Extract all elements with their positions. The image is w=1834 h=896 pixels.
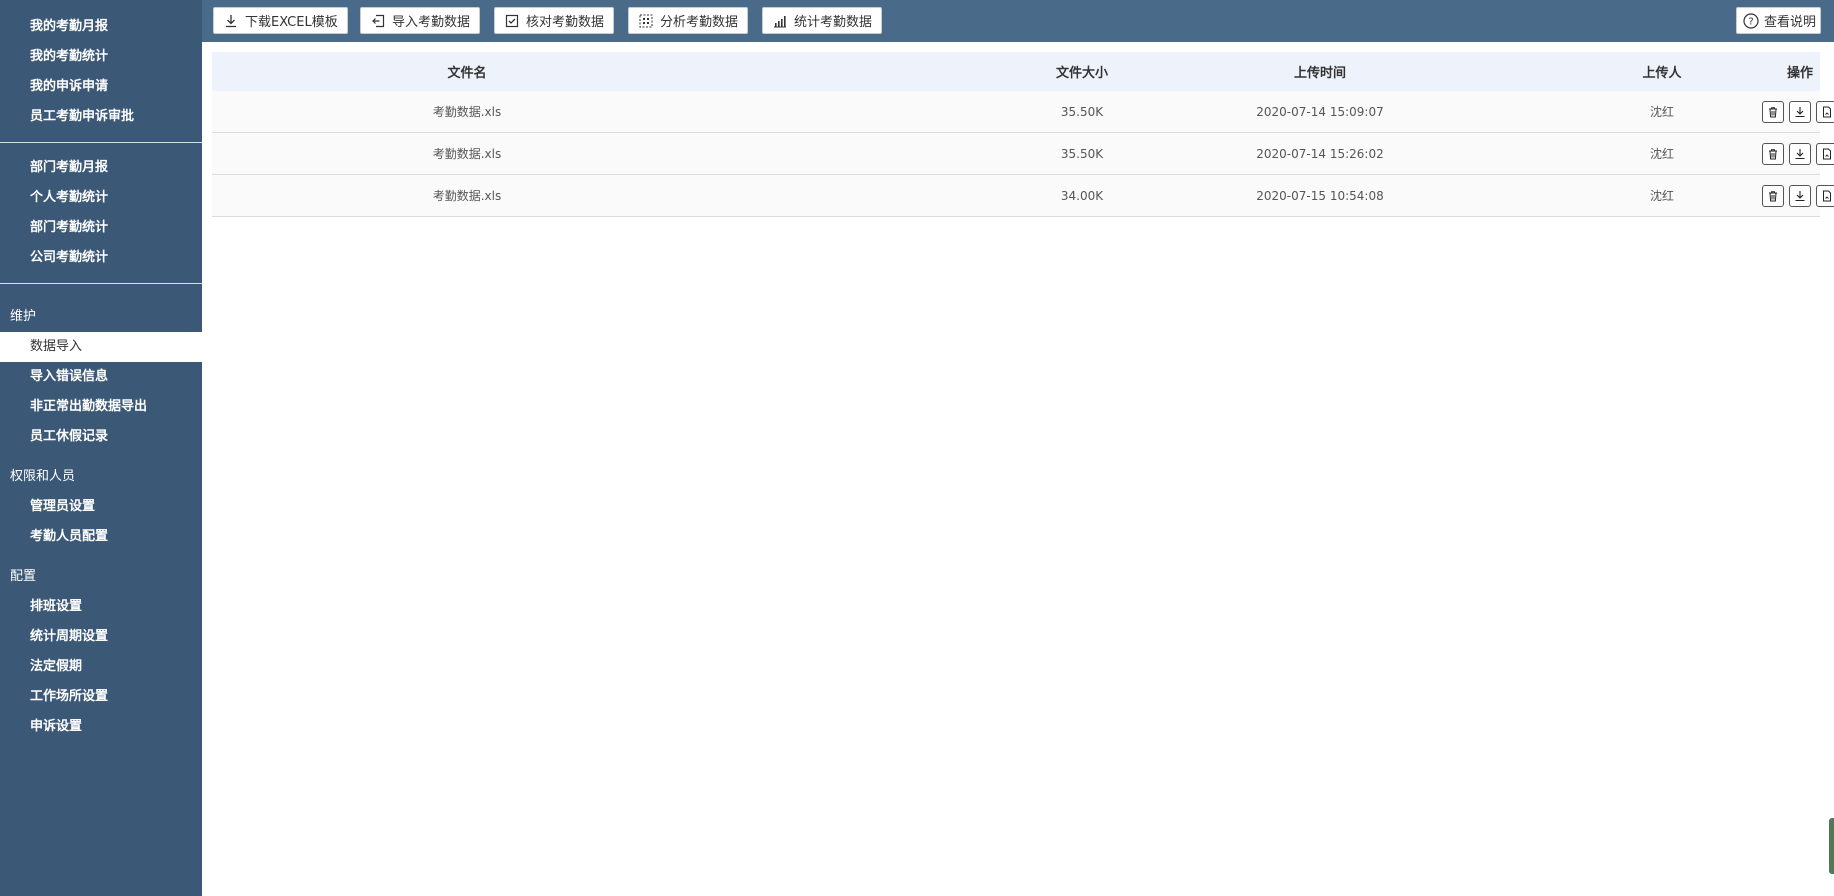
- sidebar-section-maintenance: 维护: [10, 309, 37, 324]
- sidebar-item-import-errors[interactable]: 导入错误信息: [0, 362, 202, 392]
- trash-icon: [1769, 190, 1777, 201]
- download-icon: [224, 14, 238, 28]
- toolbar: 下载EXCEL模板 导入考勤数据 核对考勤数据 分析考勤数据 统计考勤数据 ? …: [202, 0, 1834, 42]
- verify-data-label: 核对考勤数据: [526, 15, 605, 30]
- sidebar-item-holidays[interactable]: 法定假期: [0, 652, 202, 682]
- sidebar-section-permissions: 权限和人员: [10, 469, 76, 484]
- trash-icon: [1769, 148, 1777, 159]
- cell-uploader: 沈红: [1649, 105, 1674, 119]
- sidebar-item-shift-settings[interactable]: 排班设置: [0, 592, 202, 622]
- cell-uploader: 沈红: [1649, 147, 1674, 161]
- sidebar-item-data-import[interactable]: 数据导入: [0, 332, 202, 362]
- download-icon: [1795, 106, 1805, 117]
- sidebar-divider: [0, 283, 202, 284]
- cell-file-name: 考勤数据.xls: [432, 189, 502, 203]
- document-icon: [1823, 148, 1831, 159]
- sidebar-item-appeal-settings[interactable]: 申诉设置: [0, 712, 202, 742]
- view-button[interactable]: [1816, 184, 1834, 207]
- trash-icon: [1769, 106, 1777, 117]
- header-file-size: 文件大小: [1055, 66, 1108, 81]
- document-icon: [1823, 106, 1831, 117]
- verify-data-button[interactable]: 核对考勤数据: [494, 7, 615, 34]
- sidebar-item-appeal-approval[interactable]: 员工考勤申诉审批: [0, 102, 202, 132]
- download-icon: [1795, 148, 1805, 159]
- cell-file-size: 34.00K: [1060, 188, 1104, 203]
- cell-operations: [1750, 133, 1834, 174]
- view-button[interactable]: [1816, 100, 1834, 123]
- document-icon: [1823, 190, 1831, 201]
- sidebar-item-staff-config[interactable]: 考勤人员配置: [0, 522, 202, 552]
- import-icon: [371, 14, 385, 28]
- sidebar-item-leave-records[interactable]: 员工休假记录: [0, 422, 202, 452]
- table-row: 考勤数据.xls 35.50K 2020-07-14 15:09:07 沈红: [212, 91, 1834, 133]
- file-table: 文件名 文件大小 上传时间 上传人 操作 考勤数据.xls 35.50K 202…: [212, 52, 1834, 217]
- table-row: 考勤数据.xls 34.00K 2020-07-15 10:54:08 沈红: [212, 175, 1834, 217]
- download-icon: [1795, 190, 1805, 201]
- cell-uploader: 沈红: [1649, 189, 1674, 203]
- bar-chart-icon: [773, 14, 787, 28]
- delete-button[interactable]: [1762, 142, 1784, 165]
- help-button[interactable]: ? 查看说明: [1736, 7, 1822, 34]
- import-data-label: 导入考勤数据: [392, 15, 471, 30]
- scrollbar-handle[interactable]: [1829, 818, 1834, 874]
- view-button[interactable]: [1816, 142, 1834, 165]
- analyze-data-button[interactable]: 分析考勤数据: [628, 7, 749, 34]
- cell-file-name: 考勤数据.xls: [432, 147, 502, 161]
- table-header: 文件名 文件大小 上传时间 上传人 操作: [212, 52, 1820, 91]
- cell-upload-time: 2020-07-15 10:54:08: [1256, 188, 1384, 203]
- header-uploader: 上传人: [1642, 66, 1682, 81]
- stats-data-button[interactable]: 统计考勤数据: [762, 7, 883, 34]
- download-button[interactable]: [1789, 100, 1811, 123]
- sidebar-section-config: 配置: [10, 569, 37, 584]
- delete-button[interactable]: [1762, 100, 1784, 123]
- cell-file-name: 考勤数据.xls: [432, 105, 502, 119]
- delete-button[interactable]: [1762, 184, 1784, 207]
- analysis-icon: [639, 14, 653, 28]
- download-button[interactable]: [1789, 142, 1811, 165]
- app: 我的考勤月报 我的考勤统计 我的申诉申请 员工考勤申诉审批 部门考勤月报 个人考…: [0, 0, 1834, 896]
- header-file-name: 文件名: [447, 66, 487, 81]
- help-icon: ?: [1743, 12, 1759, 29]
- sidebar-item-company-stats[interactable]: 公司考勤统计: [0, 243, 202, 273]
- sidebar-item-admin-settings[interactable]: 管理员设置: [0, 492, 202, 522]
- sidebar-item-abnormal-export[interactable]: 非正常出勤数据导出: [0, 392, 202, 422]
- analyze-data-label: 分析考勤数据: [660, 15, 739, 30]
- cell-file-size: 35.50K: [1060, 104, 1104, 119]
- cell-operations: [1750, 175, 1834, 216]
- table-row: 考勤数据.xls 35.50K 2020-07-14 15:26:02 沈红: [212, 133, 1834, 175]
- download-template-label: 下载EXCEL模板: [245, 15, 338, 30]
- download-button[interactable]: [1789, 184, 1811, 207]
- sidebar-divider: [0, 142, 202, 143]
- cell-operations: [1750, 91, 1834, 132]
- sidebar-item-period-settings[interactable]: 统计周期设置: [0, 622, 202, 652]
- checkbox-icon: [505, 14, 519, 28]
- header-operations: 操作: [1786, 66, 1813, 81]
- sidebar-item-personal-stats[interactable]: 个人考勤统计: [0, 183, 202, 213]
- cell-upload-time: 2020-07-14 15:09:07: [1256, 104, 1384, 119]
- svg-text:?: ?: [1748, 16, 1753, 27]
- cell-file-size: 35.50K: [1060, 146, 1104, 161]
- import-data-button[interactable]: 导入考勤数据: [360, 7, 481, 34]
- sidebar-item-dept-stats[interactable]: 部门考勤统计: [0, 213, 202, 243]
- cell-upload-time: 2020-07-14 15:26:02: [1256, 146, 1384, 161]
- sidebar: 我的考勤月报 我的考勤统计 我的申诉申请 员工考勤申诉审批 部门考勤月报 个人考…: [0, 0, 202, 896]
- sidebar-item-my-monthly[interactable]: 我的考勤月报: [0, 12, 202, 42]
- sidebar-item-workplace-settings[interactable]: 工作场所设置: [0, 682, 202, 712]
- help-label: 查看说明: [1764, 15, 1817, 30]
- stats-data-label: 统计考勤数据: [794, 15, 873, 30]
- sidebar-item-my-stats[interactable]: 我的考勤统计: [0, 42, 202, 72]
- header-upload-time: 上传时间: [1293, 66, 1346, 81]
- download-template-button[interactable]: 下载EXCEL模板: [213, 7, 348, 34]
- sidebar-item-dept-monthly[interactable]: 部门考勤月报: [0, 153, 202, 183]
- sidebar-item-my-appeal[interactable]: 我的申诉申请: [0, 72, 202, 102]
